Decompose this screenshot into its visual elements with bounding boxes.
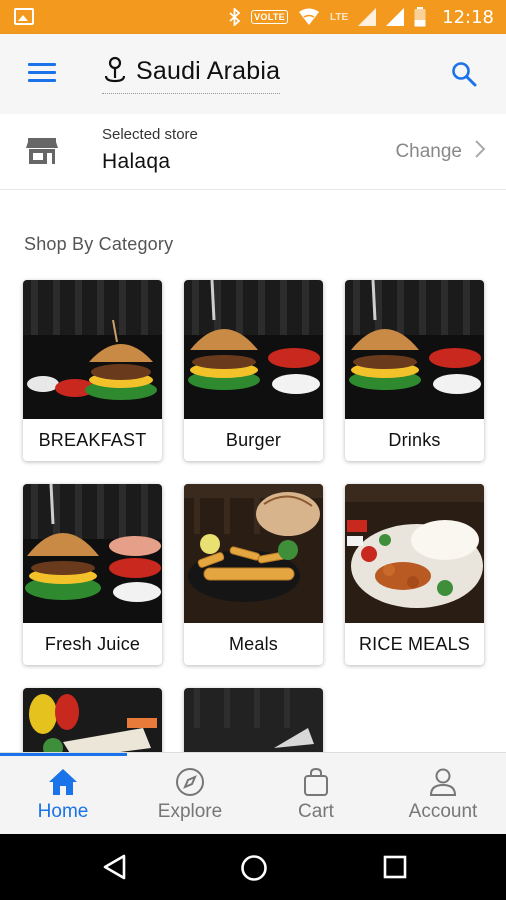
- category-label: Burger: [225, 429, 282, 450]
- android-navigation-bar: [0, 834, 506, 900]
- nav-item-account[interactable]: Account: [380, 753, 506, 835]
- category-image: [345, 280, 484, 419]
- wifi-icon: [298, 8, 320, 26]
- nav-item-cart[interactable]: Cart: [253, 753, 379, 835]
- lte-label: LTE: [329, 11, 349, 23]
- signal-icon-2: [386, 8, 405, 26]
- category-image: [184, 280, 323, 419]
- category-label: Drinks: [388, 429, 441, 450]
- menu-icon[interactable]: [28, 61, 58, 85]
- bluetooth-icon: [229, 8, 241, 26]
- person-icon: [429, 768, 457, 796]
- change-store-button[interactable]: Change: [395, 139, 486, 165]
- store-label: Selected store: [102, 126, 198, 143]
- section-title: Shop By Category: [24, 234, 174, 254]
- nav-label-explore: Explore: [157, 801, 223, 822]
- location-selector[interactable]: Saudi Arabia: [102, 54, 281, 94]
- image-notification-icon: [14, 8, 34, 25]
- app-bar: Saudi Arabia: [0, 34, 506, 114]
- change-label: Change: [395, 141, 462, 162]
- category-label: RICE MEALS: [358, 633, 471, 654]
- location-pin-icon: [102, 54, 128, 89]
- chevron-right-icon: [474, 139, 486, 165]
- category-image: [345, 484, 484, 623]
- recents-icon[interactable]: [382, 854, 408, 885]
- volte-badge: VOLTE: [251, 10, 288, 24]
- nav-item-home[interactable]: Home: [0, 753, 126, 835]
- battery-icon: [414, 7, 426, 27]
- nav-label-account: Account: [408, 801, 478, 822]
- status-time: 12:18: [442, 6, 494, 28]
- category-card[interactable]: RICE MEALS: [345, 484, 484, 665]
- search-icon[interactable]: [450, 60, 478, 88]
- nav-label-cart: Cart: [298, 801, 334, 822]
- category-card[interactable]: Meals: [184, 484, 323, 665]
- category-label: Fresh Juice: [44, 633, 141, 654]
- category-card[interactable]: Drinks: [345, 280, 484, 461]
- nav-item-explore[interactable]: Explore: [127, 753, 253, 835]
- category-card[interactable]: Fresh Juice: [23, 484, 162, 665]
- nav-label-home: Home: [37, 801, 89, 822]
- category-image: [184, 484, 323, 623]
- category-label: Meals: [228, 633, 278, 654]
- category-card[interactable]: Burger: [184, 280, 323, 461]
- category-card[interactable]: BREAKFAST: [23, 280, 162, 461]
- store-name: Halaqa: [102, 150, 171, 173]
- selected-store-row[interactable]: Selected store Halaqa Change: [0, 114, 506, 190]
- status-bar: VOLTE LTE 12:18: [0, 0, 506, 34]
- store-icon: [26, 136, 58, 166]
- back-icon[interactable]: [102, 854, 128, 885]
- shopping-bag-icon: [304, 767, 328, 796]
- signal-icon: [358, 8, 377, 26]
- bottom-navigation: Home Explore Cart Account: [0, 752, 506, 834]
- category-label: BREAKFAST: [38, 429, 147, 450]
- compass-icon: [176, 768, 204, 796]
- location-title: Saudi Arabia: [136, 57, 281, 85]
- home-circle-icon[interactable]: [240, 854, 268, 887]
- category-image: [23, 280, 162, 419]
- category-image: [23, 484, 162, 623]
- home-icon: [49, 769, 77, 795]
